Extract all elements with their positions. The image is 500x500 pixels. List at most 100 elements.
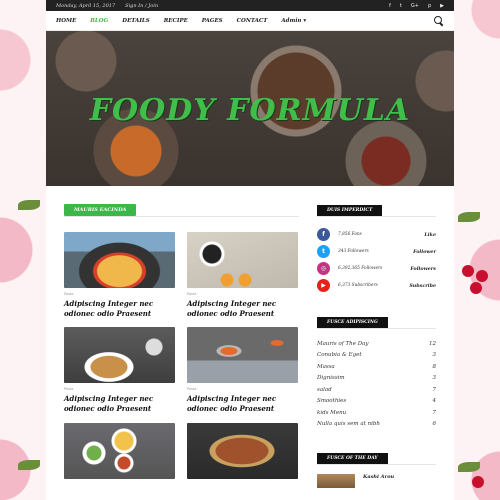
widget-title: FUSCE ADIPISCING (317, 317, 388, 328)
category-count: 7 (432, 386, 437, 393)
nav-item-admin[interactable]: Admin ▾ (281, 18, 306, 24)
main-column: MAURIS EACINDA Pasta Adipiscing Integer … (64, 196, 299, 500)
category-name[interactable]: Dignissim (317, 375, 345, 381)
category-name[interactable]: kids Menu (317, 410, 346, 416)
main-nav: HOME BLOG DETAILS RECIPE PAGES CONTACT A… (46, 11, 454, 31)
widget-title: DUIS IMPERDICT (317, 205, 383, 216)
post-thumbnail[interactable] (187, 327, 298, 384)
recipe-thumbnail[interactable] (317, 474, 355, 488)
category-count: 6 (432, 421, 437, 428)
category-name[interactable]: Mauris of The Day (317, 341, 369, 347)
social-count: 6,373 Subscribers (338, 283, 378, 288)
instagram-icon[interactable]: ◎ (317, 262, 330, 275)
category-item[interactable]: kids Menu 7 (317, 407, 436, 419)
leaf-decoration (458, 462, 480, 472)
nav-item-details[interactable]: DETAILS (122, 18, 149, 24)
leaf-decoration (458, 212, 480, 222)
social-action[interactable]: Follower (413, 249, 436, 255)
category-item[interactable]: salad 7 (317, 384, 436, 396)
post-card[interactable] (64, 422, 175, 479)
category-count: 3 (432, 375, 437, 382)
leaf-decoration (18, 200, 40, 210)
twitter-icon[interactable]: t (317, 245, 330, 258)
signin-link[interactable]: Sign In / Join (125, 3, 158, 9)
category-name[interactable]: Massa (317, 364, 335, 370)
nav-item-home[interactable]: HOME (56, 18, 76, 24)
search-icon[interactable] (434, 15, 444, 26)
social-action[interactable]: Followers (410, 266, 436, 272)
recipe-item[interactable]: Kashi Arou (317, 474, 436, 488)
facebook-icon[interactable]: f (317, 228, 330, 241)
recipe-name[interactable]: Kashi Arou (363, 474, 394, 480)
post-card[interactable]: Pasta Adipiscing Integer nec odionec odi… (187, 327, 298, 414)
category-name[interactable]: Nulla quis sem at nibh (317, 421, 380, 427)
cherry-decoration (472, 476, 484, 488)
post-category[interactable]: Pasta (64, 387, 175, 391)
social-action[interactable]: Like (424, 232, 436, 238)
category-count: 7 (432, 409, 437, 416)
category-item[interactable]: Nulla quis sem at nibh 6 (317, 419, 436, 431)
section-label: MAURIS EACINDA (64, 204, 137, 216)
widget-title: FUSCE OF THE DAY (317, 453, 388, 464)
post-card[interactable] (187, 422, 298, 479)
twitter-icon[interactable]: t (400, 3, 402, 9)
social-action[interactable]: Subscribe (409, 283, 436, 289)
recipe-of-day-widget: FUSCE OF THE DAY Kashi Arou (317, 444, 436, 488)
sidebar: DUIS IMPERDICT f 7,856 Fans Like t 343 F… (317, 196, 436, 500)
facebook-icon[interactable]: f (389, 3, 391, 9)
post-card[interactable]: Pasta Adipiscing Integer nec odionec odi… (187, 232, 298, 319)
category-name[interactable]: salad (317, 387, 332, 393)
category-count: 12 (429, 340, 436, 347)
cherry-decoration (476, 270, 488, 282)
youtube-icon[interactable]: ▶ (440, 3, 444, 9)
page: Monday, April 15, 2017 Sign In / Join f … (46, 0, 454, 500)
post-thumbnail[interactable] (64, 327, 175, 384)
post-title[interactable]: Adipiscing Integer nec odionec odio Prae… (187, 299, 298, 319)
social-count: 6,392,365 Followers (338, 266, 383, 271)
category-name[interactable]: Smoothies (317, 398, 346, 404)
post-title[interactable]: Adipiscing Integer nec odionec odio Prae… (64, 299, 175, 319)
post-thumbnail[interactable] (64, 422, 175, 479)
post-grid: Pasta Adipiscing Integer nec odionec odi… (64, 232, 299, 479)
post-category[interactable]: Pasta (64, 292, 175, 296)
left-floral-decoration (0, 0, 46, 500)
cherry-decoration (470, 282, 482, 294)
topbar-socials: f t G+ p ▶ (389, 3, 444, 9)
social-row-twitter[interactable]: t 343 Followers Follower (317, 243, 436, 260)
category-item[interactable]: Massa 8 (317, 361, 436, 373)
category-name[interactable]: Conubia & Eget (317, 352, 362, 358)
youtube-icon[interactable]: ▶ (317, 279, 330, 292)
post-category[interactable]: Pasta (187, 387, 298, 391)
post-title[interactable]: Adipiscing Integer nec odionec odio Prae… (187, 394, 298, 414)
leaf-decoration (18, 460, 40, 470)
social-row-youtube[interactable]: ▶ 6,373 Subscribers Subscribe (317, 277, 436, 294)
hero-banner: FOODY FORMULA (46, 31, 454, 186)
social-row-facebook[interactable]: f 7,856 Fans Like (317, 226, 436, 243)
right-floral-decoration (454, 0, 500, 500)
post-title[interactable]: Adipiscing Integer nec odionec odio Prae… (64, 394, 175, 414)
category-count: 4 (432, 398, 437, 405)
post-thumbnail[interactable] (64, 232, 175, 288)
post-category[interactable]: Pasta (187, 292, 298, 296)
category-item[interactable]: Conubia & Eget 3 (317, 350, 436, 362)
site-title[interactable]: FOODY FORMULA (46, 93, 454, 128)
category-item[interactable]: Dignissim 3 (317, 373, 436, 385)
social-count: 7,856 Fans (338, 232, 362, 237)
nav-item-blog[interactable]: BLOG (90, 18, 108, 24)
pinterest-icon[interactable]: p (428, 3, 431, 9)
post-card[interactable]: Pasta Adipiscing Integer nec odionec odi… (64, 232, 175, 319)
post-thumbnail[interactable] (187, 232, 298, 288)
nav-item-pages[interactable]: PAGES (202, 18, 223, 24)
cherry-decoration (462, 265, 474, 277)
nav-item-recipe[interactable]: RECIPE (164, 18, 188, 24)
date-text: Monday, April 15, 2017 (56, 2, 116, 9)
top-bar: Monday, April 15, 2017 Sign In / Join f … (46, 0, 454, 11)
category-item[interactable]: Mauris of The Day 12 (317, 338, 436, 350)
category-item[interactable]: Smoothies 4 (317, 396, 436, 408)
social-row-instagram[interactable]: ◎ 6,392,365 Followers Followers (317, 260, 436, 277)
nav-item-contact[interactable]: CONTACT (237, 18, 268, 24)
post-thumbnail[interactable] (187, 422, 298, 479)
category-count: 3 (432, 352, 437, 359)
post-card[interactable]: Pasta Adipiscing Integer nec odionec odi… (64, 327, 175, 414)
google-plus-icon[interactable]: G+ (411, 3, 419, 9)
